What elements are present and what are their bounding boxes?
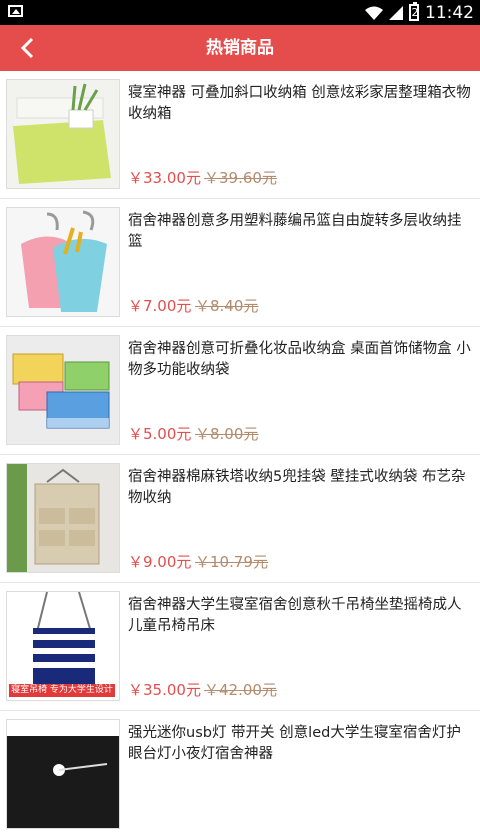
product-item[interactable]: 强光迷你usb灯 带开关 创意led大学生寝室宿舍灯护眼台灯小夜灯宿舍神器 — [0, 711, 480, 839]
product-original-price: ￥8.00元 — [195, 425, 259, 443]
product-image-hammock-chair: 寝室吊椅 专为大学生设计 — [6, 591, 120, 701]
product-name: 宿舍神器棉麻铁塔收纳5兜挂袋 壁挂式收纳袋 布艺杂物收纳 — [128, 469, 466, 506]
product-image-hanging-basket — [6, 207, 120, 317]
app-bar: 热销商品 — [0, 25, 480, 71]
image-notification-icon — [8, 5, 23, 17]
product-original-price: ￥8.40元 — [195, 297, 259, 315]
status-bar: 2 11:42 — [0, 0, 480, 25]
product-image-usb-lamp — [6, 719, 120, 829]
product-name: 寝室神器 可叠加斜口收纳箱 创意炫彩家居整理箱衣物收纳箱 — [128, 85, 471, 122]
product-original-price: ￥39.60元 — [204, 169, 277, 187]
product-name: 宿舍神器创意多用塑料藤编吊篮自由旋转多层收纳挂篮 — [128, 213, 462, 250]
product-price: ￥35.00元 — [128, 681, 201, 699]
battery-icon: 2 — [409, 2, 419, 21]
product-image-caption: 寝室吊椅 专为大学生设计 — [9, 684, 115, 697]
page-title: 热销商品 — [206, 38, 274, 58]
battery-level: 2 — [411, 6, 419, 19]
product-list[interactable]: 寝室神器 可叠加斜口收纳箱 创意炫彩家居整理箱衣物收纳箱 ￥33.00元 ￥39… — [0, 71, 480, 839]
product-original-price: ￥10.79元 — [195, 553, 268, 571]
product-image-storage-box — [6, 79, 120, 189]
product-item[interactable]: 宿舍神器创意可折叠化妆品收纳盒 桌面首饰储物盒 小物多功能收纳袋 ￥5.00元 … — [0, 327, 480, 455]
product-price: ￥33.00元 — [128, 169, 201, 187]
product-item[interactable]: 寝室吊椅 专为大学生设计 宿舍神器大学生寝室宿舍创意秋千吊椅坐垫摇椅成人儿童吊椅… — [0, 583, 480, 711]
product-image-wall-organizer — [6, 463, 120, 573]
clock: 11:42 — [425, 2, 474, 23]
product-price: ￥5.00元 — [128, 425, 192, 443]
product-price: ￥9.00元 — [128, 553, 192, 571]
product-item[interactable]: 宿舍神器棉麻铁塔收纳5兜挂袋 壁挂式收纳袋 布艺杂物收纳 ￥9.00元 ￥10.… — [0, 455, 480, 583]
product-name: 宿舍神器创意可折叠化妆品收纳盒 桌面首饰储物盒 小物多功能收纳袋 — [128, 341, 471, 378]
product-name: 宿舍神器大学生寝室宿舍创意秋千吊椅坐垫摇椅成人儿童吊椅吊床 — [128, 597, 462, 634]
product-item[interactable]: 寝室神器 可叠加斜口收纳箱 创意炫彩家居整理箱衣物收纳箱 ￥33.00元 ￥39… — [0, 71, 480, 199]
wifi-icon — [365, 6, 383, 20]
product-item[interactable]: 宿舍神器创意多用塑料藤编吊篮自由旋转多层收纳挂篮 ￥7.00元 ￥8.40元 — [0, 199, 480, 327]
product-image-storage-boxes — [6, 335, 120, 445]
signal-icon — [389, 5, 403, 20]
product-original-price: ￥42.00元 — [204, 681, 277, 699]
product-name: 强光迷你usb灯 带开关 创意led大学生寝室宿舍灯护眼台灯小夜灯宿舍神器 — [128, 725, 461, 762]
product-price: ￥7.00元 — [128, 297, 192, 315]
